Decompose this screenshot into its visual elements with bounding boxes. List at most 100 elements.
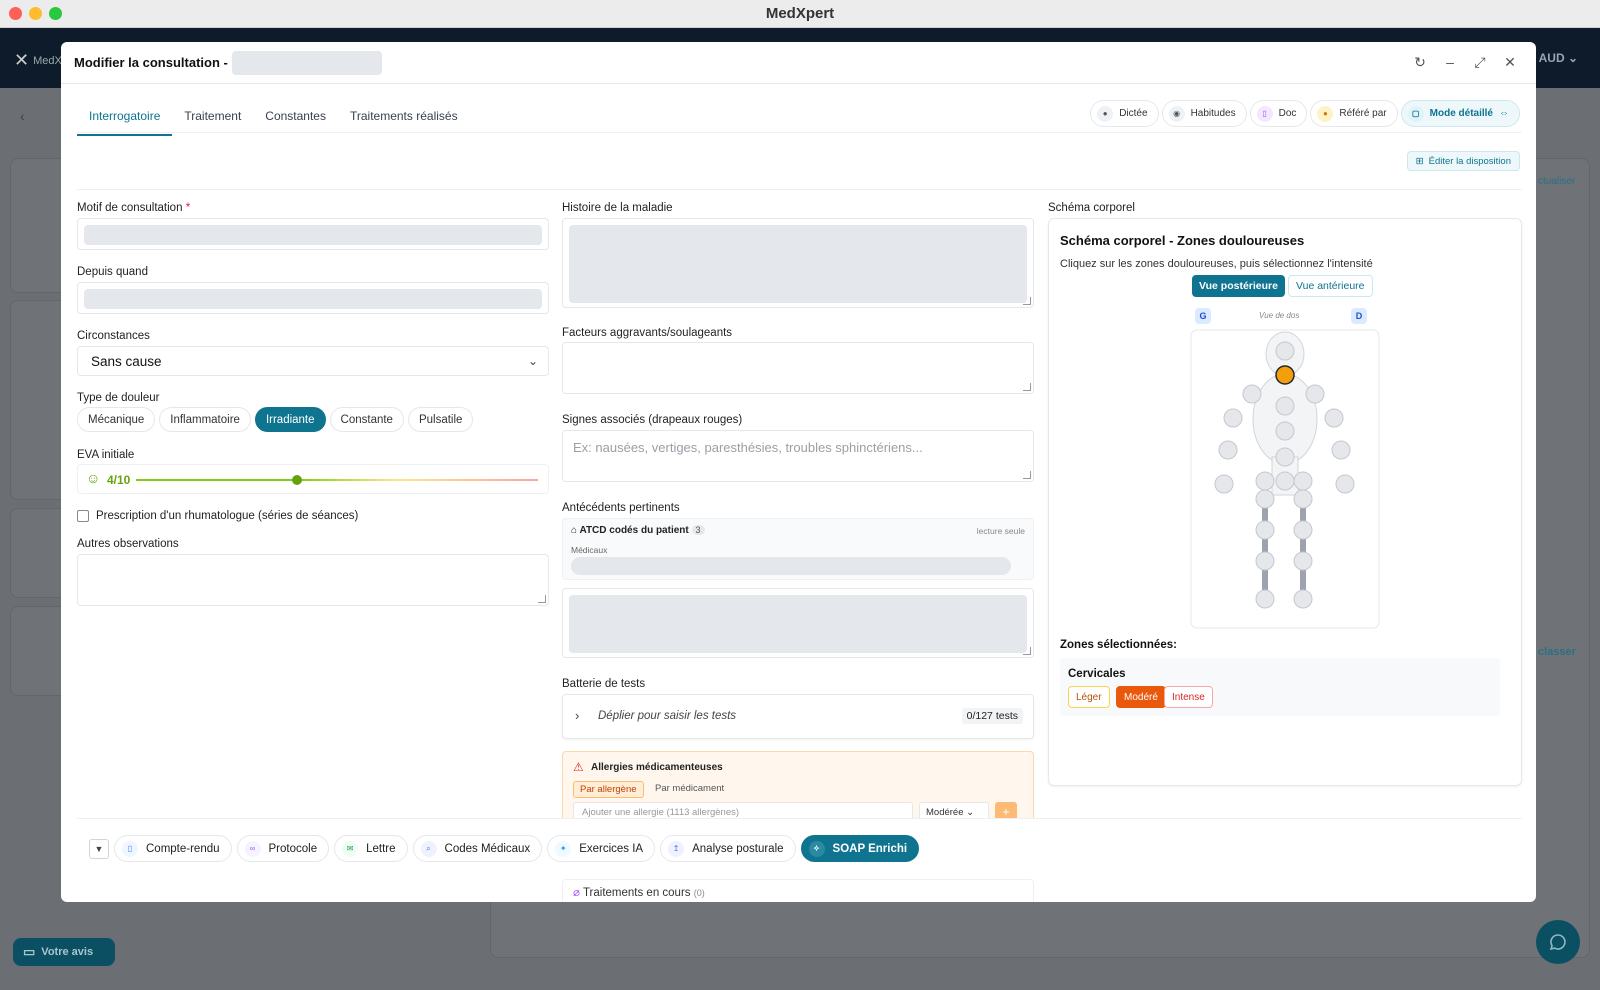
expand-icon[interactable]: ⤢	[1472, 54, 1488, 70]
zone-left-buttock[interactable]	[1255, 489, 1275, 509]
autres-observations-textarea[interactable]	[77, 554, 549, 606]
zone-left-shoulder[interactable]	[1242, 384, 1262, 404]
antecedents-textarea[interactable]	[562, 588, 1034, 658]
mode-detaille-button[interactable]: ▢ Mode détaillé ⇔	[1400, 100, 1520, 127]
body-map-title: Schéma corporel - Zones douloureuses	[1060, 233, 1305, 248]
dictee-button[interactable]: ● Dictée	[1090, 100, 1159, 127]
tab-traitements-realises[interactable]: Traitements réalisés	[338, 100, 470, 136]
zone-head[interactable]	[1275, 341, 1295, 361]
magic-icon: ✧	[808, 840, 825, 857]
codes-medicaux-button[interactable]: ⌕ Codes Médicaux	[412, 835, 543, 862]
zone-right-forearm[interactable]	[1331, 440, 1351, 460]
zone-right-arm[interactable]	[1324, 408, 1344, 428]
allergy-tab-allergene[interactable]: Par allergène	[573, 781, 644, 798]
minimize-icon[interactable]: –	[1442, 54, 1458, 70]
back-arrow-icon[interactable]: ‹	[20, 108, 25, 124]
pill-icon: ⌀	[573, 887, 580, 899]
zone-right-shoulder[interactable]	[1305, 384, 1325, 404]
zone-cervicales-selected[interactable]	[1275, 365, 1295, 385]
zone-right-thigh[interactable]	[1293, 520, 1313, 540]
tests-expander[interactable]: › Déplier pour saisir les tests 0/127 te…	[562, 694, 1034, 739]
zone-upper-back[interactable]	[1275, 396, 1295, 416]
minimize-window-button[interactable]	[29, 7, 42, 20]
chat-button[interactable]	[1536, 920, 1580, 964]
traitements-en-cours-header[interactable]: ⌀ Traitements en cours (0)	[562, 879, 1034, 902]
prescription-checkbox[interactable]	[77, 510, 89, 522]
zone-right-buttock[interactable]	[1293, 489, 1313, 509]
zone-mid-back[interactable]	[1275, 421, 1295, 441]
search-icon: ⌕	[420, 840, 437, 857]
zone-left-hip[interactable]	[1255, 471, 1275, 491]
zone-right-ankle[interactable]	[1293, 589, 1313, 609]
reset-icon[interactable]: ↻	[1412, 54, 1428, 70]
action-bar: ▼ ▯ Compte-rendu ∞ Protocole ✉ Lettre ⌕ Code…	[77, 818, 1522, 902]
prescription-checkbox-row[interactable]: Prescription d'un rhumatologue (séries d…	[77, 510, 358, 522]
body-diagram[interactable]	[1190, 329, 1380, 629]
lettre-button[interactable]: ✉ Lettre	[334, 835, 408, 862]
exercices-ia-button[interactable]: ✦ Exercices IA	[547, 835, 656, 862]
refere-par-button[interactable]: ● Référé par	[1310, 100, 1398, 127]
classer-link[interactable]: classer	[1538, 646, 1576, 658]
zone-sacrum[interactable]	[1275, 471, 1295, 491]
tests-label: Batterie de tests	[562, 678, 646, 690]
zone-left-arm[interactable]	[1223, 408, 1243, 428]
tab-interrogatoire[interactable]: Interrogatoire	[77, 100, 173, 136]
intensity-intense[interactable]: Intense	[1164, 686, 1213, 708]
view-caption: Vue de dos	[1259, 311, 1300, 320]
facteurs-textarea[interactable]	[562, 342, 1034, 394]
intensity-leger[interactable]: Léger	[1068, 686, 1110, 708]
selected-zones-label: Zones sélectionnées:	[1060, 639, 1177, 651]
view-anterior-button[interactable]: Vue antérieure	[1288, 275, 1373, 297]
zone-lumbar[interactable]	[1275, 447, 1295, 467]
tab-traitement[interactable]: Traitement	[172, 100, 253, 136]
depuis-input[interactable]	[77, 282, 549, 314]
soap-enrichi-button[interactable]: ✧ SOAP Enrichi	[800, 835, 920, 862]
zone-left-ankle[interactable]	[1255, 589, 1275, 609]
zone-right-hand[interactable]	[1335, 474, 1355, 494]
toolbar: ● Dictée ◉ Habitudes ▯ Doc ● Référé par ▢ Mod…	[1090, 100, 1520, 127]
analyse-posturale-button[interactable]: ↥ Analyse posturale	[660, 835, 796, 862]
pain-type-constante[interactable]: Constante	[329, 407, 404, 432]
signes-textarea[interactable]: Ex: nausées, vertiges, paresthésies, tro…	[562, 430, 1034, 482]
eva-slider-track[interactable]	[136, 479, 538, 481]
pain-type-mecanique[interactable]: Mécanique	[77, 407, 156, 432]
atcd-readonly-label: lecture seule	[976, 526, 1025, 536]
pain-type-pulsatile[interactable]: Pulsatile	[407, 407, 474, 432]
histoire-textarea[interactable]	[562, 218, 1034, 308]
zone-right-hip[interactable]	[1293, 471, 1313, 491]
pain-type-irradiante[interactable]: Irradiante	[254, 407, 326, 432]
protocole-button[interactable]: ∞ Protocole	[236, 835, 330, 862]
motif-input[interactable]	[77, 218, 549, 250]
right-side-badge: D	[1351, 308, 1367, 324]
habitudes-button[interactable]: ◉ Habitudes	[1161, 100, 1247, 127]
circonstances-select[interactable]: Sans cause ⌄	[77, 346, 549, 376]
zone-left-knee[interactable]	[1255, 551, 1275, 571]
eva-slider-thumb[interactable]	[291, 475, 302, 485]
intensity-modere[interactable]: Modéré	[1116, 686, 1166, 708]
close-window-button[interactable]	[9, 7, 22, 20]
doc-button[interactable]: ▯ Doc	[1249, 100, 1308, 127]
zone-left-thigh[interactable]	[1255, 520, 1275, 540]
patient-name-placeholder	[231, 50, 382, 75]
compte-rendu-button[interactable]: ▯ Compte-rendu	[114, 835, 232, 862]
refresh-link[interactable]: ctualiser	[1538, 176, 1575, 187]
depuis-label: Depuis quand	[77, 266, 148, 278]
smiley-icon: ☺	[86, 470, 101, 486]
zone-left-forearm[interactable]	[1218, 440, 1238, 460]
tab-constantes[interactable]: Constantes	[253, 100, 338, 136]
close-icon[interactable]: ✕	[1502, 54, 1518, 70]
zoom-window-button[interactable]	[49, 7, 62, 20]
view-posterior-button[interactable]: Vue postérieure	[1192, 275, 1285, 297]
zone-right-knee[interactable]	[1293, 551, 1313, 571]
allergy-tab-medicament[interactable]: Par médicament	[655, 783, 724, 794]
body-map-subtitle: Cliquez sur les zones douloureuses, puis…	[1060, 258, 1373, 270]
user-menu[interactable]: AUD ⌄	[1539, 51, 1578, 65]
collapse-toggle-icon[interactable]: ▼	[89, 838, 109, 859]
zone-left-hand[interactable]	[1214, 474, 1234, 494]
circonstances-label: Circonstances	[77, 330, 150, 342]
feedback-button[interactable]: ▭ Votre avis	[13, 938, 115, 966]
edit-layout-button[interactable]: ⊞ Éditer la disposition	[1406, 151, 1520, 171]
pain-type-inflammatoire[interactable]: Inflammatoire	[159, 407, 251, 432]
modal-header: Modifier la consultation - ↻ – ⤢ ✕	[61, 42, 1536, 84]
type-douleur-label: Type de douleur	[77, 392, 160, 404]
